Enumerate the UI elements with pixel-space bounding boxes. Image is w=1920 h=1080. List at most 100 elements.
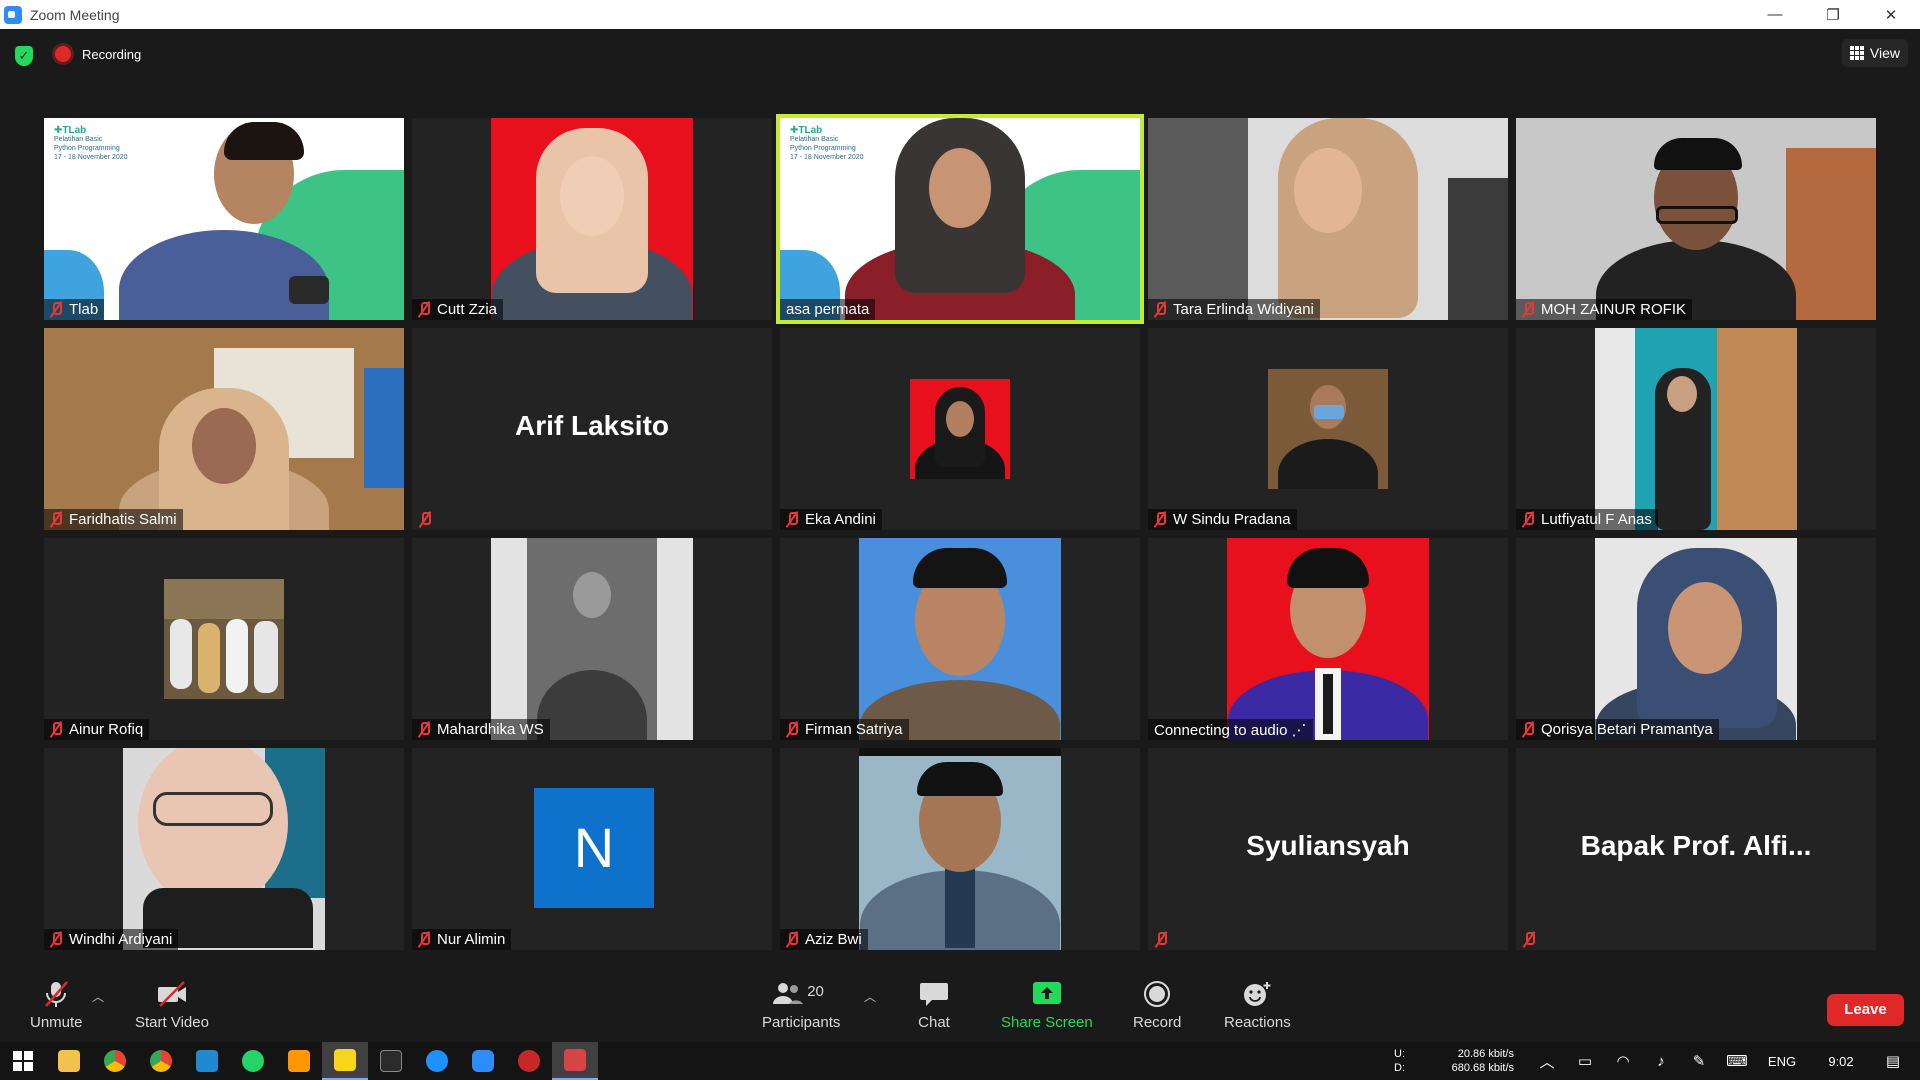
encryption-shield-icon[interactable]: ✓ [15,46,33,66]
participant-name-bar [1148,929,1180,950]
video-off-icon [156,980,188,1008]
participant-video [1516,118,1876,320]
participant-video [123,748,325,950]
participants-icon: 20 [771,980,831,1008]
taskbar-chrome[interactable] [92,1042,138,1080]
show-hidden-icons-icon[interactable]: ︿ [1536,1050,1558,1072]
taskbar-vscode[interactable] [184,1042,230,1080]
participant-tile[interactable]: W Sindu Pradana [1148,328,1508,530]
chat-button[interactable]: Chat [918,980,950,1031]
participant-name-bar: Tlab [44,299,105,320]
chat-label: Chat [918,1014,950,1031]
meeting-toolbar: Unmute ︿ Start Video 20 Participants ︿ C… [0,968,1920,1042]
participant-tile-active-speaker[interactable]: ✚TLab Pelatihan Basic Python Programming… [776,114,1144,324]
whatsapp-icon [242,1050,264,1072]
participant-name-bar [1516,929,1548,950]
restore-button[interactable]: ❐ [1804,0,1862,29]
participant-name: Qorisya Betari Pramantya [1541,721,1713,738]
participant-video: ✚TLab Pelatihan Basic Python Programming… [780,118,1140,320]
participant-tile[interactable]: Arif Laksito [412,328,772,530]
microphone-muted-icon [40,980,72,1008]
reactions-button[interactable]: Reactions [1224,980,1291,1031]
participants-button[interactable]: 20 Participants [762,980,840,1031]
notifications-icon[interactable]: ▤ [1882,1050,1904,1072]
clock[interactable]: 9:02 [1816,1050,1866,1072]
minimize-button[interactable]: — [1746,0,1804,29]
taskbar-chrome-profile[interactable] [138,1042,184,1080]
participant-tile[interactable]: Lutfiyatul F Anas [1516,328,1876,530]
participant-tile[interactable]: Firman Satriya [780,538,1140,740]
leave-button[interactable]: Leave [1827,994,1904,1026]
participant-name: Faridhatis Salmi [69,511,177,528]
recording-dot-icon [55,46,71,62]
keyboard-icon[interactable]: ⌨ [1726,1050,1748,1072]
start-video-label: Start Video [135,1014,209,1031]
participant-tile[interactable]: MOH ZAINUR ROFIK [1516,118,1876,320]
taskbar-sticky-notes[interactable] [322,1042,368,1080]
participant-tile[interactable]: Ainur Rofiq [44,538,404,740]
start-video-button[interactable]: Start Video [135,980,209,1031]
taskbar-app[interactable] [506,1042,552,1080]
share-screen-label: Share Screen [1001,1014,1093,1031]
unmute-button[interactable]: Unmute [30,980,83,1031]
mic-muted-icon [417,722,431,737]
taskbar-sublime[interactable] [276,1042,322,1080]
participants-options-caret-icon[interactable]: ︿ [864,988,876,1004]
app-icon [564,1049,586,1071]
participant-tile[interactable]: Connecting to audio ⋰ [1148,538,1508,740]
participant-tile[interactable]: Aziz Bwi [780,748,1140,950]
participant-tile[interactable]: Qorisya Betari Pramantya [1516,538,1876,740]
participant-video: ✚TLab Pelatihan Basic Python Programming… [44,118,404,320]
record-button[interactable]: Record [1133,980,1181,1031]
taskbar-zoom[interactable] [460,1042,506,1080]
folder-icon [58,1050,80,1072]
participant-video [164,579,284,699]
participant-tile[interactable]: ✚TLab Pelatihan Basic Python Programming… [44,118,404,320]
window-titlebar: Zoom Meeting — ❐ ✕ [0,0,1920,29]
audio-options-caret-icon[interactable]: ︿ [92,988,104,1004]
zoom-icon [472,1050,494,1072]
taskbar-active-app[interactable] [552,1042,598,1080]
participant-tile[interactable]: Mahardhika WS [412,538,772,740]
participant-tile[interactable]: Syuliansyah [1148,748,1508,950]
window-controls: — ❐ ✕ [1746,0,1920,29]
participant-tile[interactable]: Bapak Prof. Alfi... [1516,748,1876,950]
recording-label: Recording [82,46,142,62]
language-indicator[interactable]: ENG [1764,1050,1800,1072]
participant-video [859,538,1061,740]
mic-muted-icon [785,722,799,737]
participant-tile[interactable]: Cutt Zzia [412,118,772,320]
participant-tile[interactable]: Eka Andini [780,328,1140,530]
battery-icon[interactable]: ▭ [1574,1050,1596,1072]
participant-name: Mahardhika WS [437,721,544,738]
share-screen-button[interactable]: Share Screen [1001,980,1093,1031]
share-screen-icon [1031,980,1063,1008]
mic-muted-icon [418,512,432,527]
participant-name-bar: Ainur Rofiq [44,719,150,740]
windows-taskbar: U: 20.86 kbit/s D: 680.68 kbit/s ︿ ▭ ◠ ♪ ✎… [0,1042,1920,1080]
participant-tile[interactable]: Faridhatis Salmi [44,328,404,530]
chrome-icon [104,1050,126,1072]
participant-video [1268,369,1388,489]
participant-tile[interactable]: Windhi Ardiyani [44,748,404,950]
view-button[interactable]: View [1841,39,1908,67]
close-button[interactable]: ✕ [1862,0,1920,29]
participant-video [44,328,404,530]
taskbar-file-explorer[interactable] [46,1042,92,1080]
wifi-icon[interactable]: ◠ [1612,1050,1634,1072]
taskbar-whatsapp[interactable] [230,1042,276,1080]
participant-tile[interactable]: Tara Erlinda Widiyani [1148,118,1508,320]
start-button[interactable] [0,1042,46,1080]
sticky-notes-icon [334,1049,356,1071]
record-icon [1141,980,1173,1008]
taskbar-edge[interactable] [414,1042,460,1080]
participant-name-bar: W Sindu Pradana [1148,509,1297,530]
pen-icon[interactable]: ✎ [1688,1050,1710,1072]
taskbar-terminal[interactable] [368,1042,414,1080]
participant-video [1595,538,1797,740]
volume-icon[interactable]: ♪ [1650,1050,1672,1072]
mic-muted-icon [417,302,431,317]
participant-tile[interactable]: N Nur Alimin [412,748,772,950]
recording-indicator[interactable]: Recording [55,46,141,62]
mic-muted-icon [1153,512,1167,527]
